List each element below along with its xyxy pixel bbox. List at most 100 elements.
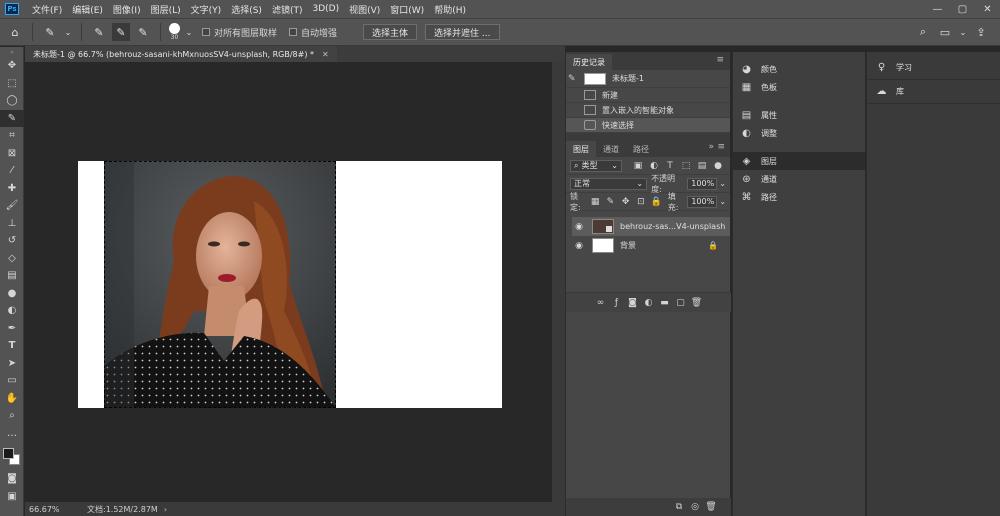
zoom-tool-icon[interactable]: ⌕ <box>0 407 24 425</box>
menu-help[interactable]: 帮助(H) <box>429 3 471 16</box>
panel-layers[interactable]: ◈ 图层 <box>733 152 865 170</box>
quick-selection-tool-icon[interactable]: ✎ <box>0 109 24 127</box>
move-tool-icon[interactable]: ✥ <box>0 57 24 75</box>
brush-tool-icon[interactable]: 🖌 <box>0 197 24 215</box>
close-tab-icon[interactable]: ✕ <box>322 50 329 59</box>
menu-edit[interactable]: 编辑(E) <box>67 3 108 16</box>
new-document-from-state-icon[interactable]: ⧉ <box>673 501 685 513</box>
fill-input[interactable]: 100% <box>687 195 718 208</box>
history-brush-tool-icon[interactable]: ↺ <box>0 232 24 250</box>
panel-menu-icon[interactable]: ≡ <box>716 55 724 65</box>
minimize-button[interactable]: — <box>925 0 950 18</box>
layer-row[interactable]: ◉ 背景 🔒 <box>572 236 730 255</box>
menu-view[interactable]: 视图(V) <box>344 3 385 16</box>
marquee-tool-icon[interactable]: ⬚ <box>0 75 24 93</box>
menu-type[interactable]: 文字(Y) <box>186 3 227 16</box>
hand-tool-icon[interactable]: ✋ <box>0 390 24 408</box>
blur-tool-icon[interactable]: ● <box>0 285 24 303</box>
healing-brush-tool-icon[interactable]: ✚ <box>0 180 24 198</box>
auto-enhance-checkbox[interactable]: 自动增强 <box>289 26 337 39</box>
panel-color[interactable]: ◕ 颜色 <box>733 60 865 78</box>
history-item[interactable]: 置入嵌入的智能对象 <box>566 103 730 118</box>
select-and-mask-button[interactable]: 选择并遮住 ... <box>425 24 500 40</box>
zoom-level[interactable]: 66.67% <box>29 505 67 514</box>
tab-channels[interactable]: 通道 <box>596 141 626 157</box>
chevron-down-icon[interactable]: ⌄ <box>184 23 194 41</box>
type-filter-icon[interactable]: T <box>664 160 676 172</box>
chevron-down-icon[interactable]: ⌄ <box>719 197 726 206</box>
collapse-icon[interactable]: » <box>708 142 714 152</box>
history-item[interactable]: 快速选择 <box>566 118 730 133</box>
type-tool-icon[interactable]: T <box>0 337 24 355</box>
select-subject-button[interactable]: 选择主体 <box>363 24 418 40</box>
home-icon[interactable]: ⌂ <box>6 23 24 41</box>
layer-style-icon[interactable]: ƒ <box>611 297 623 309</box>
doc-info[interactable]: 文档:1.52M/2.87M <box>87 504 158 515</box>
visibility-eye-icon[interactable]: ◉ <box>572 241 586 251</box>
add-mask-icon[interactable]: ◙ <box>627 297 639 309</box>
crop-tool-icon[interactable]: ⌗ <box>0 127 24 145</box>
toolbar-grip[interactable]: » <box>0 47 24 57</box>
delete-layer-icon[interactable]: 🗑 <box>691 297 703 309</box>
panel-libraries[interactable]: ☁ 库 <box>867 80 1000 104</box>
panel-properties[interactable]: ▤ 属性 <box>733 106 865 124</box>
snapshot-camera-icon[interactable]: ◎ <box>689 501 701 513</box>
new-group-icon[interactable]: ▬ <box>659 297 671 309</box>
shape-filter-icon[interactable]: ⬚ <box>680 160 692 172</box>
rectangle-tool-icon[interactable]: ▭ <box>0 372 24 390</box>
tab-history[interactable]: 历史记录 <box>566 54 612 70</box>
layer-name[interactable]: behrouz-sas...V4-unsplash <box>620 222 725 231</box>
panel-menu-icon[interactable]: ≡ <box>717 142 725 152</box>
panel-channels[interactable]: ⊛ 通道 <box>733 170 865 188</box>
lock-transparent-icon[interactable]: ▦ <box>590 196 601 208</box>
chevron-down-icon[interactable]: ⌄ <box>958 23 968 41</box>
new-layer-icon[interactable]: ▢ <box>675 297 687 309</box>
panel-paths[interactable]: ⌘ 路径 <box>733 188 865 206</box>
chevron-down-icon[interactable]: ⌄ <box>63 23 73 41</box>
document-tab[interactable]: 未标题-1 @ 66.7% (behrouz-sasani-khMxnuosSV… <box>25 46 337 62</box>
menu-3d[interactable]: 3D(D) <box>307 4 344 14</box>
more-tools-icon[interactable]: … <box>0 425 24 443</box>
tab-layers[interactable]: 图层 <box>566 141 596 157</box>
path-selection-tool-icon[interactable]: ➤ <box>0 355 24 373</box>
history-item[interactable]: 新建 <box>566 88 730 103</box>
search-icon[interactable]: ⌕ <box>914 23 932 41</box>
new-selection-icon[interactable]: ✎ <box>90 23 108 41</box>
blend-mode-select[interactable]: 正常 ⌄ <box>570 177 648 190</box>
smart-object-filter-icon[interactable]: ▤ <box>696 160 708 172</box>
workspace-icon[interactable]: ▭ <box>936 23 954 41</box>
subtract-from-selection-icon[interactable]: ✎ <box>134 23 152 41</box>
layer-name[interactable]: 背景 <box>620 240 636 251</box>
chevron-down-icon[interactable]: ⌄ <box>719 179 726 188</box>
chevron-right-icon[interactable]: › <box>164 505 167 514</box>
close-button[interactable]: ✕ <box>975 0 1000 18</box>
link-layers-icon[interactable]: ∞ <box>595 297 607 309</box>
screen-mode-icon[interactable]: ▣ <box>0 488 24 506</box>
layer-row[interactable]: ◉ behrouz-sas...V4-unsplash <box>572 217 730 236</box>
visibility-eye-icon[interactable]: ◉ <box>572 222 586 232</box>
clone-stamp-tool-icon[interactable]: ⊥ <box>0 215 24 233</box>
lock-artboard-icon[interactable]: ⊡ <box>635 196 646 208</box>
eraser-tool-icon[interactable]: ◇ <box>0 250 24 268</box>
share-icon[interactable]: ⇪ <box>972 23 990 41</box>
maximize-button[interactable]: ▢ <box>950 0 975 18</box>
pen-tool-icon[interactable]: ✒ <box>0 320 24 338</box>
tab-paths[interactable]: 路径 <box>626 141 656 157</box>
foreground-color-swatch[interactable] <box>3 448 14 459</box>
layer-filter-select[interactable]: ⌕ 类型 ⌄ <box>570 159 622 172</box>
opacity-input[interactable]: 100% <box>687 177 718 190</box>
adjustment-filter-icon[interactable]: ◐ <box>648 160 660 172</box>
sample-all-layers-checkbox[interactable]: 对所有图层取样 <box>202 26 277 39</box>
quick-mask-icon[interactable]: ◙ <box>0 470 24 488</box>
canvas-scrollbar[interactable] <box>552 62 565 502</box>
lock-all-icon[interactable]: 🔒 <box>651 196 662 208</box>
panel-swatches[interactable]: ▦ 色板 <box>733 78 865 96</box>
panel-adjustments[interactable]: ◐ 调整 <box>733 124 865 142</box>
menu-image[interactable]: 图像(I) <box>108 3 146 16</box>
history-brush-source-icon[interactable]: ✎ <box>568 74 582 84</box>
menu-select[interactable]: 选择(S) <box>226 3 267 16</box>
menu-filter[interactable]: 滤镜(T) <box>267 3 308 16</box>
lock-position-icon[interactable]: ✥ <box>620 196 631 208</box>
lock-image-icon[interactable]: ✎ <box>605 196 616 208</box>
brush-size-picker[interactable]: 30 <box>169 23 180 41</box>
